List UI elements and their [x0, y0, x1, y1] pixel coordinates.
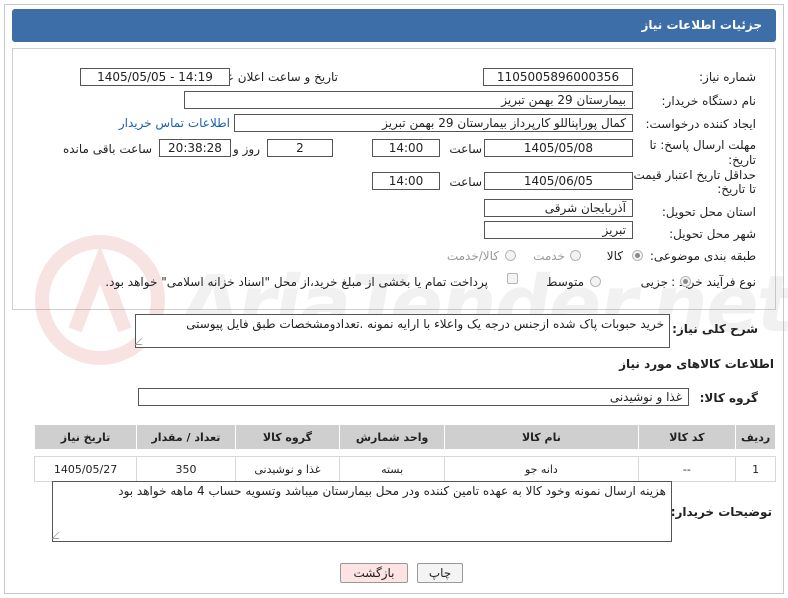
col-header-group: گروه کالا: [234, 424, 341, 450]
category-goods-radio[interactable]: [632, 250, 643, 261]
goods-group-label: گروه کالا:: [699, 391, 758, 405]
col-header-code: کد کالا: [637, 424, 737, 450]
description-text: خرید حبوبات پاک شده ازجنس درجه یک واعلاء…: [186, 317, 664, 331]
description-textarea[interactable]: خرید حبوبات پاک شده ازجنس درجه یک واعلاء…: [134, 314, 670, 348]
category-service-radio[interactable]: [570, 250, 581, 261]
time-remaining-field: 20:38:28: [159, 139, 231, 157]
validity-date-field: 1405/06/05: [484, 172, 633, 190]
category-label: طبقه بندی موضوعی:: [649, 249, 756, 263]
city-field: تبریز: [484, 221, 633, 239]
buyer-notes-label: توضیحات خریدار:: [670, 505, 772, 519]
resize-handle-icon[interactable]: [134, 338, 149, 345]
deadline-time-field: 14:00: [372, 139, 440, 157]
time-remaining-label: ساعت باقی مانده: [62, 142, 152, 156]
validity-label-line2: تا تاریخ:: [717, 182, 756, 196]
cell-group: غذا و نوشیدنی: [234, 456, 341, 482]
goods-table: ردیف کد کالا نام کالا واحد شمارش گروه کا…: [33, 424, 776, 482]
buyer-label: نام دستگاه خریدار:: [661, 94, 757, 108]
process-medium-label: متوسط: [546, 275, 584, 289]
deadline-label-line2: تاریخ:: [728, 153, 756, 167]
cell-unit: بسته: [339, 456, 446, 482]
deadline-date-field: 1405/05/08: [484, 139, 633, 157]
treasury-payment-text: پرداخت تمام یا بخشی از مبلغ خرید،از محل …: [105, 275, 488, 289]
contact-info-link[interactable]: اطلاعات تماس خریدار: [119, 116, 230, 130]
resize-handle-icon[interactable]: [51, 532, 66, 539]
back-button[interactable]: بازگشت: [340, 563, 408, 583]
process-minor-label: جزیی: [640, 275, 668, 289]
creator-label: ایجاد کننده درخواست:: [645, 117, 756, 131]
header-bar: جزئیات اطلاعات نیاز: [12, 9, 776, 42]
description-label: شرح کلی نیاز:: [672, 322, 758, 336]
city-label: شهر محل تحویل:: [669, 227, 756, 241]
process-medium-radio[interactable]: [590, 276, 601, 287]
creator-field: کمال پوراپناللو کارپرداز بیمارستان 29 به…: [234, 114, 633, 132]
goods-group-field: غذا و نوشیدنی: [138, 388, 689, 406]
deadline-label-line1: مهلت ارسال پاسخ: تا: [649, 138, 756, 152]
treasury-payment-checkbox[interactable]: [507, 273, 518, 284]
category-goods-service-radio[interactable]: [505, 250, 516, 261]
page-title: جزئیات اطلاعات نیاز: [641, 18, 762, 32]
days-label: روز و: [233, 142, 260, 156]
validity-label-line1: حداقل تاریخ اعتبار قیمت:: [629, 168, 756, 182]
cell-need-date: 1405/05/27: [33, 456, 138, 482]
deadline-time-label: ساعت: [449, 142, 482, 156]
cell-quantity: 350: [136, 456, 236, 482]
cell-name: دانه جو: [444, 456, 639, 482]
announce-field: 1405/05/05 - 14:19: [80, 68, 230, 86]
days-remaining-field: 2: [267, 139, 333, 157]
need-number-label: شماره نیاز:: [699, 70, 756, 84]
goods-table-header: ردیف کد کالا نام کالا واحد شمارش گروه کا…: [33, 424, 776, 450]
buyer-notes-textarea[interactable]: هزینه ارسال نمونه وخود کالا به عهده تامی…: [51, 481, 672, 542]
print-button[interactable]: چاپ: [417, 563, 463, 583]
validity-time-label: ساعت: [449, 175, 482, 189]
col-header-row: ردیف: [735, 424, 776, 450]
goods-section-title: اطلاعات کالاهای مورد نیاز: [619, 357, 774, 371]
province-field: آذربایجان شرقی: [484, 199, 633, 217]
validity-time-field: 14:00: [372, 172, 440, 190]
cell-code: --: [637, 456, 737, 482]
col-header-unit: واحد شمارش: [339, 424, 446, 450]
buyer-field: بیمارستان 29 بهمن تبریز: [184, 91, 633, 109]
col-header-name: نام کالا: [444, 424, 639, 450]
category-goods-service-label: کالا/خدمت: [446, 249, 499, 263]
process-minor-radio[interactable]: [680, 276, 691, 287]
col-header-need-date: تاریخ نیاز: [33, 424, 138, 450]
category-service-label: خدمت: [533, 249, 565, 263]
category-goods-label: کالا: [606, 249, 623, 263]
table-row: 1 -- دانه جو بسته غذا و نوشیدنی 350 1405…: [33, 456, 776, 482]
col-header-quantity: تعداد / مقدار: [136, 424, 236, 450]
need-number-field: 1105005896000356: [483, 68, 633, 86]
province-label: استان محل تحویل:: [661, 205, 756, 219]
cell-row: 1: [735, 456, 776, 482]
buyer-notes-text: هزینه ارسال نمونه وخود کالا به عهده تامی…: [118, 484, 666, 498]
